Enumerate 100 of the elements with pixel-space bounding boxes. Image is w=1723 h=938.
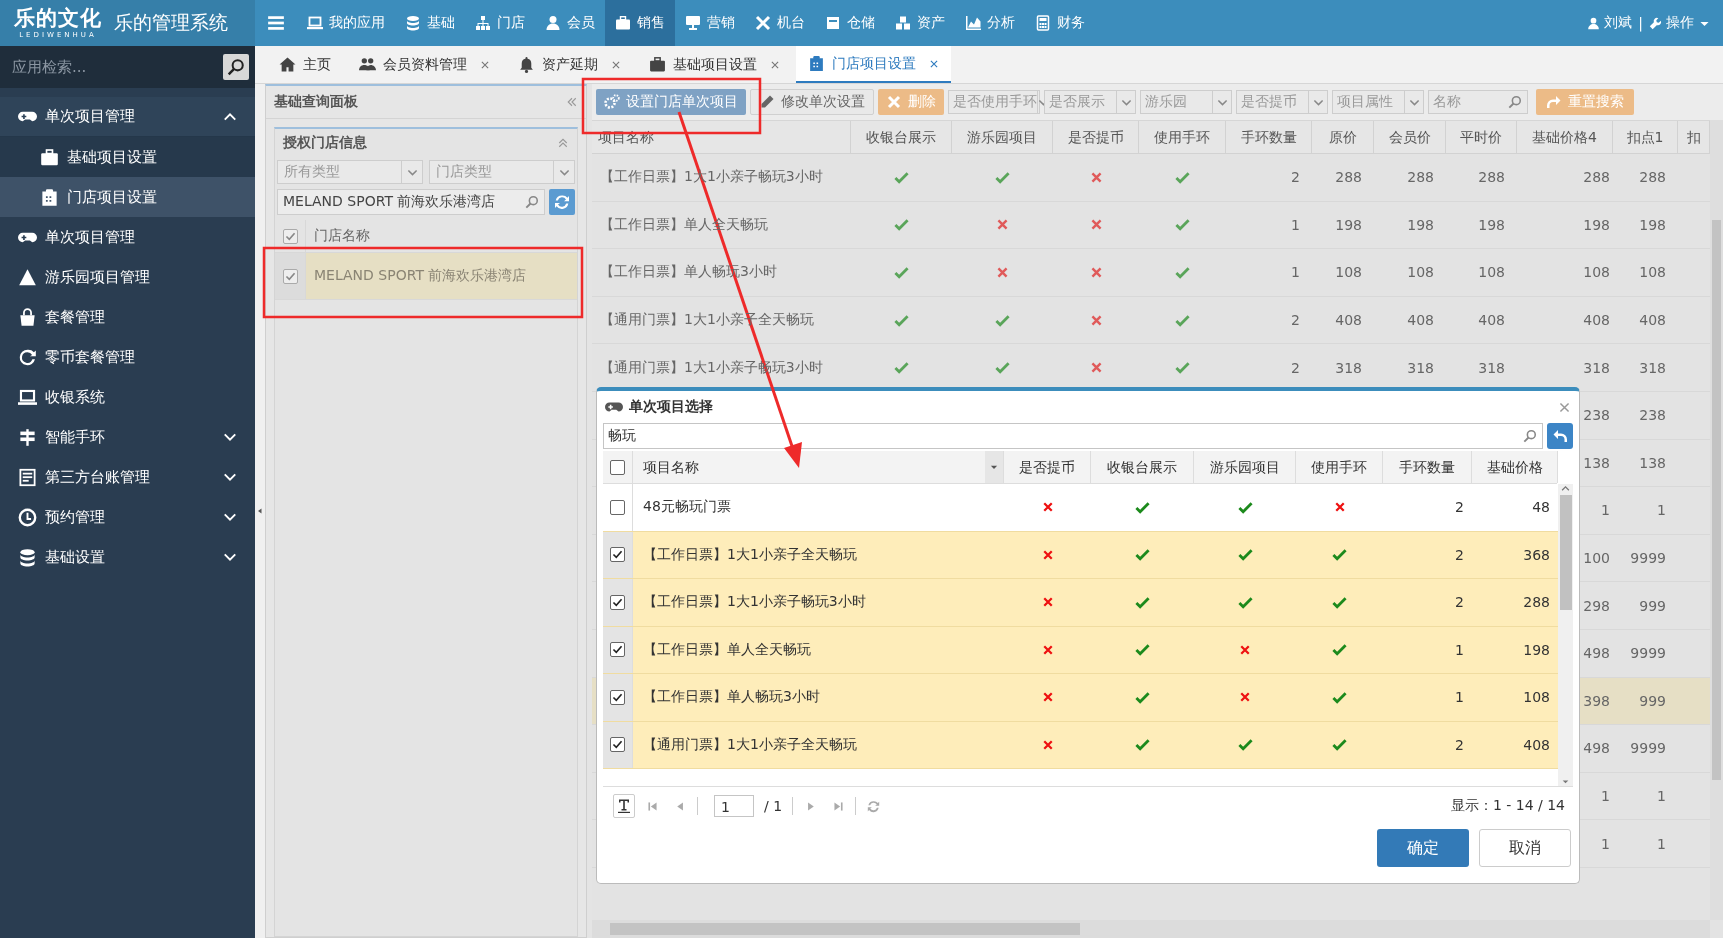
search-field[interactable]: MELAND SPORT 前海欢乐港湾店 xyxy=(277,189,545,215)
table-cell: 【工作日票】单人畅玩3小时 xyxy=(643,688,820,707)
dropdown[interactable]: 所有类型 xyxy=(277,160,423,184)
dropdown[interactable]: 是否提币 xyxy=(1236,90,1328,114)
top-menu-item[interactable]: 仓储 xyxy=(815,0,885,46)
dropdown[interactable]: 项目属性 xyxy=(1332,90,1424,114)
tab[interactable]: 基础项目设置 xyxy=(637,46,792,83)
table-cell: 108 xyxy=(1639,264,1666,281)
top-menu-item[interactable]: 销售 xyxy=(605,0,675,46)
checkbox[interactable] xyxy=(610,594,625,610)
search-field[interactable]: 应用检索... xyxy=(0,46,255,88)
search-field[interactable]: 畅玩 xyxy=(603,423,1543,449)
top-menu-item[interactable]: 分析 xyxy=(955,0,1025,46)
checkbox[interactable] xyxy=(610,642,625,658)
table-row[interactable]: 【工作日票】1大1小亲子畅玩3小时 2 288 xyxy=(603,579,1558,627)
system-title: 乐的管理系统 xyxy=(114,10,228,35)
table-row[interactable]: 【通用门票】1大1小亲子全天畅玩 2 408 xyxy=(603,721,1558,769)
vertical-scrollbar[interactable] xyxy=(1710,120,1723,920)
dropdown[interactable]: 门店类型 xyxy=(429,160,575,184)
column-menu-button[interactable] xyxy=(985,451,1003,483)
toolbar-button[interactable]: 设置门店单次项目 xyxy=(596,89,746,115)
top-menu-item[interactable]: 会员 xyxy=(535,0,605,46)
text-size-button[interactable] xyxy=(613,794,635,818)
user-menu[interactable]: 刘斌 xyxy=(1583,14,1637,32)
table-cell: 1 xyxy=(1455,641,1464,658)
refresh-button[interactable] xyxy=(549,189,575,215)
sidebar-item[interactable]: 预约管理 xyxy=(0,497,255,537)
checkbox[interactable] xyxy=(610,499,625,515)
sidebar-item[interactable]: 智能手环 xyxy=(0,417,255,457)
sidebar-item[interactable]: 单次项目管理 xyxy=(0,97,255,137)
table-cell: 48 xyxy=(1532,499,1550,516)
table-row[interactable]: MELAND SPORT 前海欢乐港湾店 xyxy=(275,253,577,300)
dropdown[interactable]: 是否展示 xyxy=(1044,90,1136,114)
checkbox[interactable] xyxy=(610,689,625,705)
table-row[interactable]: 48元畅玩门票 2 48 xyxy=(603,484,1558,532)
top-menu-item[interactable]: 营销 xyxy=(675,0,745,46)
briefcase-icon xyxy=(649,56,666,73)
sidebar-subitem[interactable]: 门店项目设置 xyxy=(0,177,255,217)
checkbox[interactable] xyxy=(610,737,625,753)
sidebar-item[interactable]: 套餐管理 xyxy=(0,297,255,337)
table-row[interactable]: 【工作日票】1大1小亲子全天畅玩 2 368 xyxy=(603,531,1558,579)
column-header: 手环数量 xyxy=(1383,451,1472,483)
top-menu-item[interactable]: 门店 xyxy=(465,0,535,46)
table-row[interactable]: 【工作日票】单人全天畅玩 1 198 xyxy=(603,626,1558,674)
vertical-scrollbar[interactable] xyxy=(1558,484,1573,786)
sidebar-item[interactable]: 零币套餐管理 xyxy=(0,337,255,377)
dropdown[interactable]: 游乐园 xyxy=(1140,90,1232,114)
table-cell: 368 xyxy=(1523,546,1550,563)
name-search-field[interactable]: 名称 xyxy=(1428,90,1528,114)
top-menu-item[interactable]: 机台 xyxy=(745,0,815,46)
table-cell: 398 xyxy=(1583,692,1610,709)
cancel-button[interactable]: 取消 xyxy=(1479,829,1571,867)
checkbox[interactable] xyxy=(610,547,625,563)
sidebar-item[interactable]: 基础设置 xyxy=(0,537,255,577)
sidebar-item[interactable]: 游乐园项目管理 xyxy=(0,257,255,297)
tab[interactable]: 门店项目设置 xyxy=(796,46,951,83)
table-cell: 2 xyxy=(1291,169,1300,186)
table-row[interactable]: 【工作日票】单人畅玩3小时 1 108 xyxy=(603,674,1558,722)
table-cell: 2 xyxy=(1455,594,1464,611)
column-header: 是否提币 xyxy=(1004,451,1091,483)
table-cell: 2 xyxy=(1455,736,1464,753)
toolbar-button[interactable]: 修改单次设置 xyxy=(750,89,874,115)
table-cell: 1 xyxy=(1657,502,1666,519)
back-button[interactable] xyxy=(1547,423,1573,449)
checkbox[interactable] xyxy=(282,228,298,244)
sidebar-subitem[interactable]: 基础项目设置 xyxy=(0,137,255,177)
checkbox[interactable] xyxy=(282,268,298,284)
table-cell: 138 xyxy=(1583,454,1610,471)
document-icon xyxy=(18,467,37,487)
page-field[interactable]: 1 xyxy=(714,795,754,817)
signpost-icon xyxy=(18,427,37,447)
top-menu-item[interactable]: 资产 xyxy=(885,0,955,46)
laptop-icon xyxy=(307,15,323,31)
top-menu-item[interactable]: 我的应用 xyxy=(297,0,395,46)
search-icon xyxy=(1523,429,1537,443)
tab[interactable]: 资产延期 xyxy=(506,46,633,83)
tab[interactable]: 主页 xyxy=(267,46,343,83)
horizontal-scrollbar[interactable] xyxy=(592,920,1710,938)
top-menu-item[interactable]: 财务 xyxy=(1025,0,1095,46)
table-cell: 138 xyxy=(1639,454,1666,471)
table-cell: 198 xyxy=(1523,641,1550,658)
confirm-button[interactable]: 确定 xyxy=(1377,829,1469,867)
search-button[interactable] xyxy=(223,54,249,80)
sidebar-item[interactable]: 单次项目管理 xyxy=(0,217,255,257)
tab[interactable]: 会员资料管理 xyxy=(347,46,502,83)
top-menu-item[interactable]: 基础 xyxy=(395,0,465,46)
separator-text: | xyxy=(1637,15,1644,31)
section-title: 授权门店信息 xyxy=(283,134,368,152)
sidebar-item[interactable]: 收银系统 xyxy=(0,377,255,417)
table-cell: 48元畅玩门票 xyxy=(643,498,731,517)
checkbox[interactable] xyxy=(610,459,625,475)
sidebar-item[interactable]: 第三方台账管理 xyxy=(0,457,255,497)
users-icon xyxy=(359,56,376,73)
close-icon xyxy=(611,59,621,70)
table-cell: 198 xyxy=(1639,216,1666,233)
record-summary: 显示：1 - 14 / 14 xyxy=(1450,797,1565,815)
actions-menu[interactable]: 操作 xyxy=(1645,14,1715,32)
double-chevron-up-icon xyxy=(557,137,569,149)
table-cell: 198 xyxy=(1478,216,1505,233)
table-cell: 238 xyxy=(1583,407,1610,424)
